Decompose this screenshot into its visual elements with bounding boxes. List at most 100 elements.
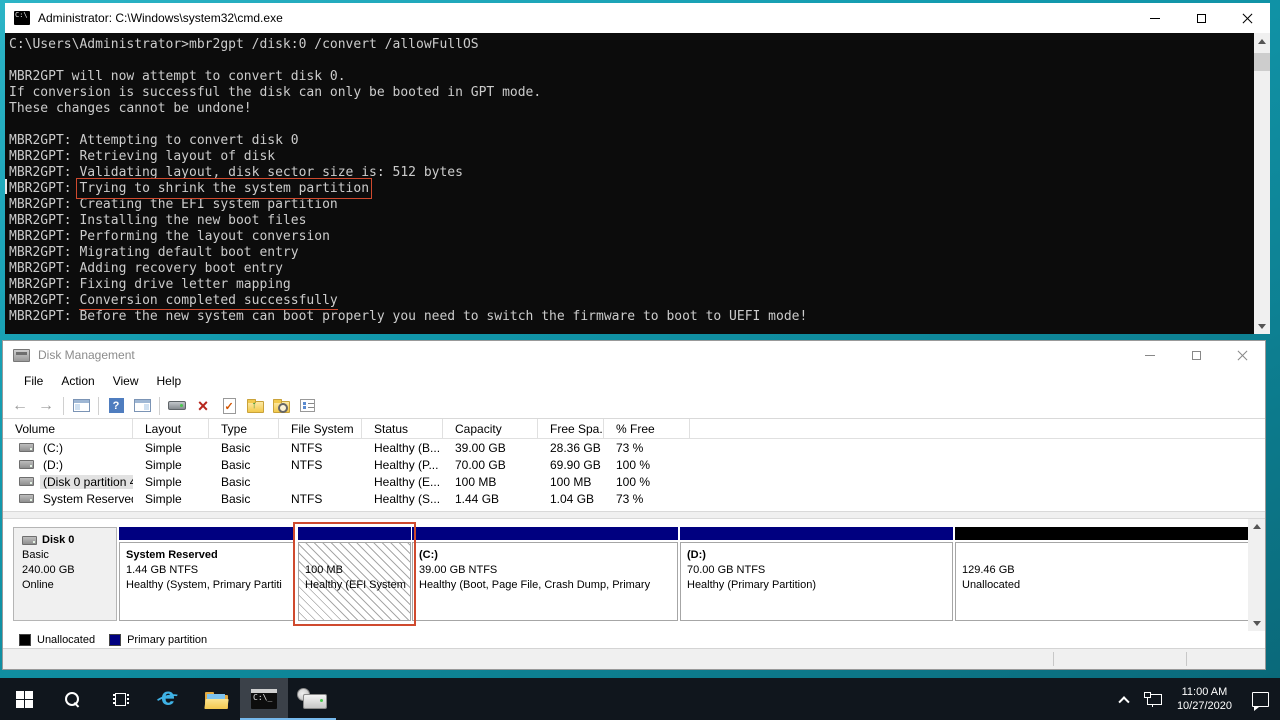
cell-file_system: NTFS [279,441,362,455]
primary-partition-bar [412,527,678,540]
cell-layout: Simple [133,441,209,455]
mark-active-button[interactable] [218,395,240,417]
column-header[interactable]: File System [279,419,362,438]
column-header[interactable]: Free Spa... [538,419,604,438]
cell-file_system: NTFS [279,458,362,472]
cmd-scrollbar-thumb[interactable] [1254,53,1270,71]
legend-label: Primary partition [127,634,207,646]
partition-size: 100 MB [305,563,408,578]
column-header[interactable]: Status [362,419,443,438]
volume-icon [19,477,34,486]
properties-list-icon [300,399,315,412]
cell-pct_free: 100 % [604,458,690,472]
internet-explorer-button[interactable]: e [144,678,192,720]
text-cursor-ibeam [5,179,7,194]
command-prompt-taskbar-button[interactable] [240,678,288,720]
delete-volume-button[interactable]: × [192,395,214,417]
partition-healthy-efi-system[interactable]: 100 MBHealthy (EFI System [298,527,411,621]
disk-management-taskbar-button[interactable] [288,678,336,720]
column-header[interactable]: % Free [604,419,690,438]
menu-view[interactable]: View [104,371,148,391]
explore-button[interactable] [270,395,292,417]
pane-splitter[interactable] [3,511,1265,519]
dm-minimize-button[interactable] [1127,341,1173,369]
task-view-button[interactable] [96,678,144,720]
column-header[interactable]: Layout [133,419,209,438]
clock-time: 11:00 AM [1177,685,1232,699]
clock-button[interactable]: 11:00 AM 10/27/2020 [1169,678,1240,720]
volume-icon [19,460,34,469]
show-console-tree-button[interactable] [70,395,92,417]
back-button[interactable]: ← [9,395,31,417]
partition-(D:)[interactable]: (D:)70.00 GB NTFSHealthy (Primary Partit… [680,527,953,621]
partition-info: (D:)70.00 GB NTFSHealthy (Primary Partit… [680,542,953,621]
cell-status: Healthy (E... [362,475,443,489]
device-icon [168,401,186,410]
console-line: MBR2GPT: Before the new system can boot … [9,309,1250,325]
cmd-close-button[interactable] [1224,3,1270,33]
partition-System Reserved[interactable]: System Reserved1.44 GB NTFSHealthy (Syst… [119,527,295,621]
menu-file[interactable]: File [15,371,52,391]
forward-arrow-icon: → [38,398,54,414]
network-icon [1144,692,1162,706]
scroll-down-icon[interactable] [1254,318,1270,334]
scroll-up-icon[interactable] [1248,519,1265,534]
volume-icon [19,443,34,452]
cmd-scrollbar[interactable] [1254,33,1270,334]
column-header[interactable]: Type [209,419,279,438]
console-line: MBR2GPT: Installing the new boot files [9,213,1250,229]
menu-action[interactable]: Action [52,371,103,391]
partition-unallocated[interactable]: 129.46 GBUnallocated [955,527,1253,621]
console-line: MBR2GPT: Conversion completed successful… [9,293,1250,309]
menu-help[interactable]: Help [148,371,191,391]
column-header[interactable]: Capacity [443,419,538,438]
cmd-maximize-button[interactable] [1178,3,1224,33]
console-line: MBR2GPT will now attempt to convert disk… [9,69,1250,85]
disk0-panel[interactable]: Disk 0 Basic 240.00 GB Online [13,527,117,621]
partition-name: System Reserved [126,548,292,563]
properties-button[interactable] [296,395,318,417]
console-line: MBR2GPT: Migrating default boot entry [9,245,1250,261]
console-line: MBR2GPT: Trying to shrink the system par… [9,181,1250,197]
cell-capacity: 39.00 GB [443,441,538,455]
volume-name: (Disk 0 partition 4) [40,475,133,489]
cell-type: Basic [209,441,279,455]
cmd-minimize-button[interactable] [1132,3,1178,33]
network-button[interactable] [1137,678,1169,720]
close-icon [1237,350,1248,361]
status-bar [3,648,1265,669]
scroll-up-icon[interactable] [1254,33,1270,49]
primary-partition-bar [298,527,411,540]
cell-capacity: 100 MB [443,475,538,489]
file-explorer-button[interactable] [192,678,240,720]
legend-label: Unallocated [37,634,95,646]
volume-row[interactable]: (C:)SimpleBasicNTFSHealthy (B...39.00 GB… [3,439,1265,456]
cmd-console[interactable]: C:\Users\Administrator>mbr2gpt /disk:0 /… [5,33,1270,334]
show-action-pane-button[interactable] [131,395,153,417]
volume-row[interactable]: System ReservedSimpleBasicNTFSHealthy (S… [3,490,1265,507]
volume-row[interactable]: (D:)SimpleBasicNTFSHealthy (P...70.00 GB… [3,456,1265,473]
tray-chevron-button[interactable] [1111,678,1137,720]
column-header[interactable]: Volume [3,419,133,438]
scroll-down-icon[interactable] [1248,616,1265,631]
graph-scrollbar[interactable] [1248,519,1265,631]
start-button[interactable] [0,678,48,720]
dm-close-button[interactable] [1219,341,1265,369]
volume-row[interactable]: (Disk 0 partition 4)SimpleBasicHealthy (… [3,473,1265,490]
partition-size: 129.46 GB [962,563,1250,578]
device-button[interactable] [166,395,188,417]
dm-toolbar: ← → ? × [3,393,1265,419]
open-button[interactable] [244,395,266,417]
console-line: MBR2GPT: Creating the EFI system partiti… [9,197,1250,213]
forward-button[interactable]: → [35,395,57,417]
search-icon [64,691,80,707]
partition-(C:)[interactable]: (C:)39.00 GB NTFSHealthy (Boot, Page Fil… [412,527,678,621]
dm-maximize-button[interactable] [1173,341,1219,369]
search-button[interactable] [48,678,96,720]
action-center-button[interactable] [1240,678,1280,720]
dm-window-title: Disk Management [38,348,135,362]
cell-type: Basic [209,458,279,472]
cell-free_space: 1.04 GB [538,492,604,506]
dm-menubar: FileActionViewHelp [3,369,1265,393]
help-button[interactable]: ? [105,395,127,417]
